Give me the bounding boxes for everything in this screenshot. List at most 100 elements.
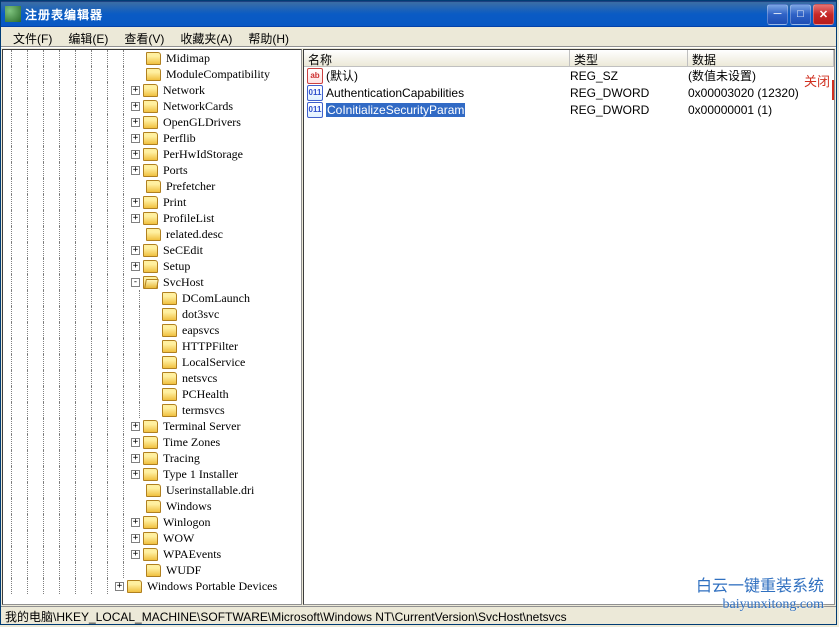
tree-node[interactable]: +PerHwIdStorage (3, 146, 301, 162)
tree-node[interactable]: netsvcs (3, 370, 301, 386)
tree-node-label: OpenGLDrivers (161, 115, 243, 130)
expand-icon[interactable]: + (131, 246, 140, 255)
collapse-icon[interactable]: - (131, 278, 140, 287)
tree-panel[interactable]: MidimapModuleCompatibility + Network + Netwo… (2, 49, 302, 605)
tree-node[interactable]: LocalService (3, 354, 301, 370)
tree-node[interactable]: +Print (3, 194, 301, 210)
expand-icon[interactable]: + (131, 550, 140, 559)
folder-icon (143, 452, 158, 465)
tree-node-label: eapsvcs (180, 323, 221, 338)
expand-icon[interactable]: + (131, 438, 140, 447)
expand-icon[interactable]: + (131, 518, 140, 527)
tree-node[interactable]: +Ports (3, 162, 301, 178)
expand-icon[interactable]: + (115, 582, 124, 591)
close-annotation: 关闭 (804, 71, 830, 90)
expand-icon[interactable]: + (131, 198, 140, 207)
tree-node[interactable]: Prefetcher (3, 178, 301, 194)
tree-node-label: SeCEdit (161, 243, 205, 258)
tree-node[interactable]: +Tracing (3, 450, 301, 466)
minimize-button[interactable]: ─ (767, 4, 788, 25)
expand-icon[interactable]: + (131, 262, 140, 271)
folder-icon (162, 324, 177, 337)
watermark: 白云一键重装系统 baiyunxitong.com (696, 578, 824, 614)
tree-node[interactable]: WUDF (3, 562, 301, 578)
tree-node[interactable]: +Setup (3, 258, 301, 274)
value-type: REG_SZ (570, 69, 688, 83)
tree-joint (147, 294, 159, 303)
value-list-panel: 名称 类型 数据 ab(默认)REG_SZ(数值未设置)011Authentic… (303, 49, 835, 605)
tree-node[interactable]: +Terminal Server (3, 418, 301, 434)
close-button[interactable]: ✕ (813, 4, 834, 25)
tree-node[interactable]: eapsvcs (3, 322, 301, 338)
folder-icon (143, 260, 158, 273)
tree-node[interactable]: Windows (3, 498, 301, 514)
tree-node[interactable]: ModuleCompatibility (3, 66, 301, 82)
folder-icon (162, 372, 177, 385)
list-row[interactable]: 011AuthenticationCapabilitiesREG_DWORD0x… (304, 84, 834, 101)
expand-icon[interactable]: + (131, 102, 140, 111)
expand-icon[interactable]: + (131, 166, 140, 175)
list-row[interactable]: ab(默认)REG_SZ(数值未设置) (304, 67, 834, 84)
tree-node[interactable]: + NetworkCards (3, 98, 301, 114)
value-name: CoInitializeSecurityParam (326, 103, 465, 117)
tree-node[interactable]: HTTPFilter (3, 338, 301, 354)
tree-node[interactable]: related.desc (3, 226, 301, 242)
tree-node[interactable]: DComLaunch (3, 290, 301, 306)
tree-node[interactable]: + OpenGLDrivers (3, 114, 301, 130)
menu-view[interactable]: 查看(V) (116, 29, 172, 44)
tree-node[interactable]: + Network (3, 82, 301, 98)
expand-icon[interactable]: + (131, 118, 140, 127)
tree-node-label: WOW (161, 531, 196, 546)
list-body[interactable]: ab(默认)REG_SZ(数值未设置)011AuthenticationCapa… (304, 67, 834, 118)
tree-node[interactable]: +Windows Portable Devices (3, 578, 301, 594)
expand-icon[interactable]: + (131, 150, 140, 159)
menu-favorites[interactable]: 收藏夹(A) (172, 29, 240, 44)
tree-node[interactable]: PCHealth (3, 386, 301, 402)
list-row[interactable]: 011CoInitializeSecurityParamREG_DWORD0x0… (304, 101, 834, 118)
menu-help[interactable]: 帮助(H) (240, 29, 297, 44)
expand-icon[interactable]: + (131, 534, 140, 543)
annotation-line (832, 80, 834, 100)
tree-node[interactable]: + SeCEdit (3, 242, 301, 258)
tree-joint (147, 326, 159, 335)
binary-value-icon: 011 (307, 102, 323, 118)
tree-node[interactable]: +Time Zones (3, 434, 301, 450)
app-icon (5, 6, 21, 22)
tree-node[interactable]: +WPAEvents (3, 546, 301, 562)
tree-node[interactable]: dot3svc (3, 306, 301, 322)
folder-icon (143, 276, 158, 289)
folder-icon (146, 68, 161, 81)
folder-icon (143, 132, 158, 145)
tree-node[interactable]: -SvcHost (3, 274, 301, 290)
menu-edit[interactable]: 编辑(E) (60, 29, 116, 44)
col-name[interactable]: 名称 (304, 50, 570, 66)
tree-node[interactable]: +Perflib (3, 130, 301, 146)
tree-node[interactable]: + WOW (3, 530, 301, 546)
folder-icon (143, 516, 158, 529)
folder-icon (143, 244, 158, 257)
content-area: MidimapModuleCompatibility + Network + Netwo… (1, 47, 836, 606)
title-bar[interactable]: 注册表编辑器 ─ □ ✕ (1, 1, 836, 27)
tree-node-label: NetworkCards (161, 99, 235, 114)
tree-node[interactable]: +Type 1 Installer (3, 466, 301, 482)
tree-node-label: Network (161, 83, 207, 98)
expand-icon[interactable]: + (131, 454, 140, 463)
folder-icon (143, 148, 158, 161)
tree-node[interactable]: +Winlogon (3, 514, 301, 530)
expand-icon[interactable]: + (131, 214, 140, 223)
tree-node[interactable]: termsvcs (3, 402, 301, 418)
tree-node[interactable]: Midimap (3, 50, 301, 66)
expand-icon[interactable]: + (131, 470, 140, 479)
menu-file[interactable]: 文件(F) (5, 29, 60, 44)
tree-joint (147, 406, 159, 415)
tree-node[interactable]: Userinstallable.dri (3, 482, 301, 498)
col-data[interactable]: 数据 (688, 50, 834, 66)
expand-icon[interactable]: + (131, 86, 140, 95)
col-type[interactable]: 类型 (570, 50, 688, 66)
maximize-button[interactable]: □ (790, 4, 811, 25)
tree-node[interactable]: +ProfileList (3, 210, 301, 226)
tree-node-label: Prefetcher (164, 179, 217, 194)
expand-icon[interactable]: + (131, 422, 140, 431)
expand-icon[interactable]: + (131, 134, 140, 143)
binary-value-icon: 011 (307, 85, 323, 101)
